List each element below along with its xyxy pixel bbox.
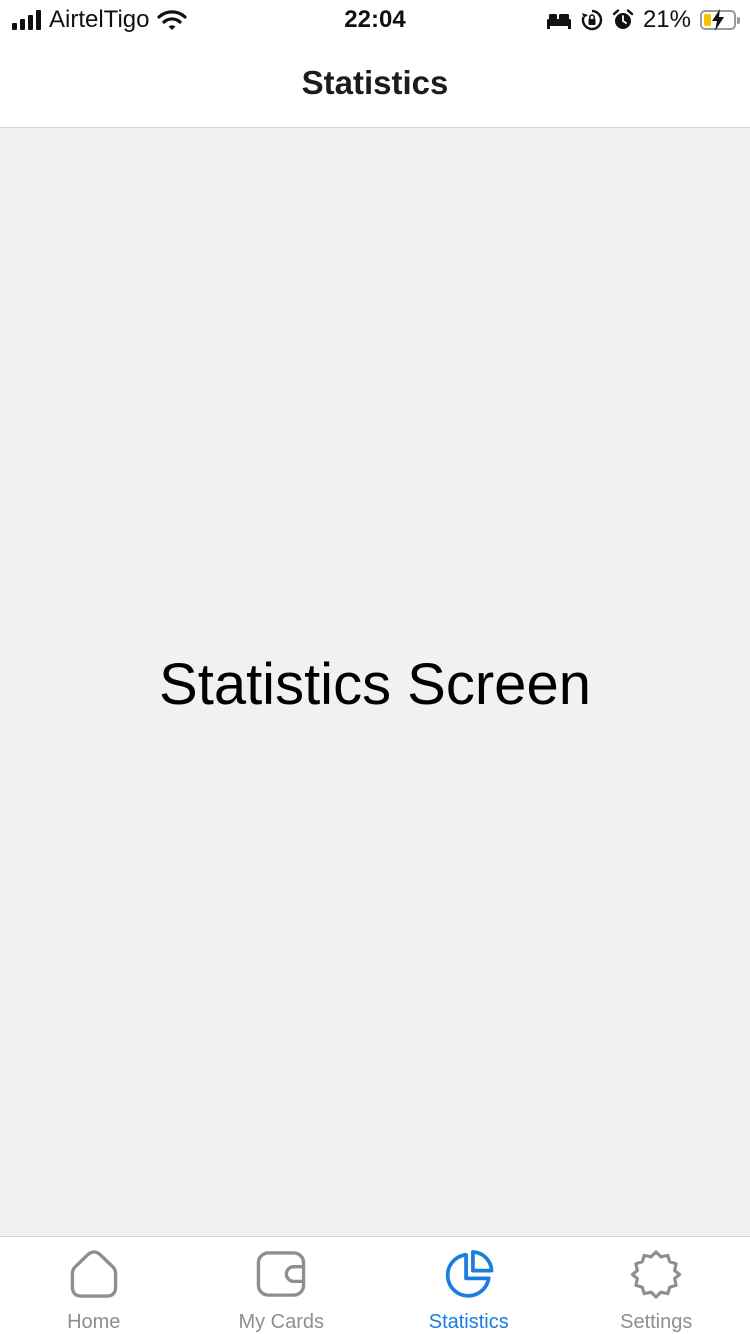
- alarm-icon: [612, 9, 634, 29]
- battery-charging-icon: [700, 9, 740, 31]
- bed-icon: [546, 14, 571, 29]
- tab-home[interactable]: Home: [0, 1237, 188, 1334]
- tab-bar: Home My Cards Statistics Settings: [0, 1236, 750, 1334]
- status-bar: AirtelTigo 22:04 21%: [0, 0, 750, 40]
- tab-label-statistics: Statistics: [428, 1311, 509, 1333]
- tab-label-settings: Settings: [620, 1311, 693, 1333]
- tab-statistics[interactable]: Statistics: [375, 1237, 563, 1334]
- tab-settings[interactable]: Settings: [563, 1237, 750, 1334]
- status-right: 21%: [546, 6, 740, 34]
- tab-my-cards[interactable]: My Cards: [188, 1237, 376, 1334]
- tab-label-my-cards: My Cards: [238, 1311, 325, 1333]
- battery-percent: 21%: [642, 6, 691, 33]
- wallet-icon: [257, 1251, 306, 1297]
- home-icon: [70, 1250, 118, 1298]
- pie-chart-icon: [445, 1250, 494, 1298]
- main-content: Statistics Screen: [0, 128, 750, 1236]
- navigation-bar: Statistics: [0, 40, 750, 128]
- orientation-lock-icon: [581, 9, 603, 31]
- tab-label-home: Home: [67, 1311, 121, 1333]
- screen-label: Statistics Screen: [159, 652, 591, 717]
- gear-icon: [631, 1250, 682, 1299]
- page-title: Statistics: [301, 64, 449, 101]
